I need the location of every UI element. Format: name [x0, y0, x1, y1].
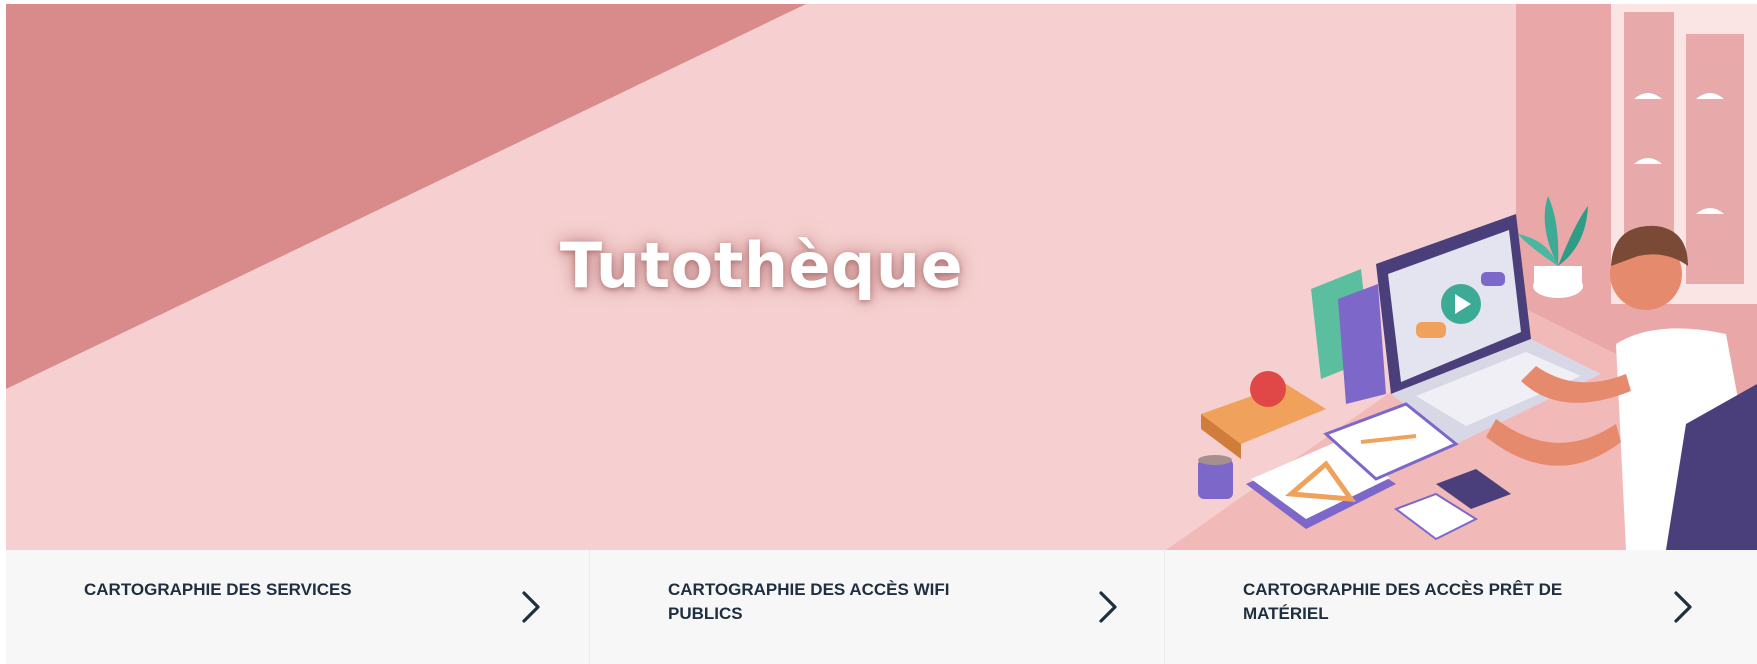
- chevron-right-icon: [1674, 591, 1692, 623]
- chevron-right-icon: [522, 591, 540, 623]
- chevron-right-icon: [1099, 591, 1117, 623]
- card-cartographie-wifi[interactable]: CARTOGRAPHIE DES ACCÈS WIFI PUBLICS: [589, 550, 1164, 664]
- card-label: CARTOGRAPHIE DES ACCÈS WIFI PUBLICS: [668, 580, 950, 623]
- hero-illustration: [6, 4, 1757, 550]
- card-cartographie-services[interactable]: CARTOGRAPHIE DES SERVICES: [6, 550, 589, 664]
- card-label: CARTOGRAPHIE DES ACCÈS PRÊT DE MATÉRIEL: [1243, 580, 1563, 623]
- card-label: CARTOGRAPHIE DES SERVICES: [84, 580, 352, 599]
- card-list: CARTOGRAPHIE DES SERVICES CARTOGRAPHIE D…: [6, 550, 1757, 664]
- card-cartographie-pret-materiel[interactable]: CARTOGRAPHIE DES ACCÈS PRÊT DE MATÉRIEL: [1164, 550, 1757, 664]
- page: Tutothèque CARTOGRAPHIE DES SERVICES CAR…: [0, 0, 1757, 664]
- mug-illustration: [1198, 455, 1233, 499]
- hero-banner: Tutothèque: [6, 4, 1757, 550]
